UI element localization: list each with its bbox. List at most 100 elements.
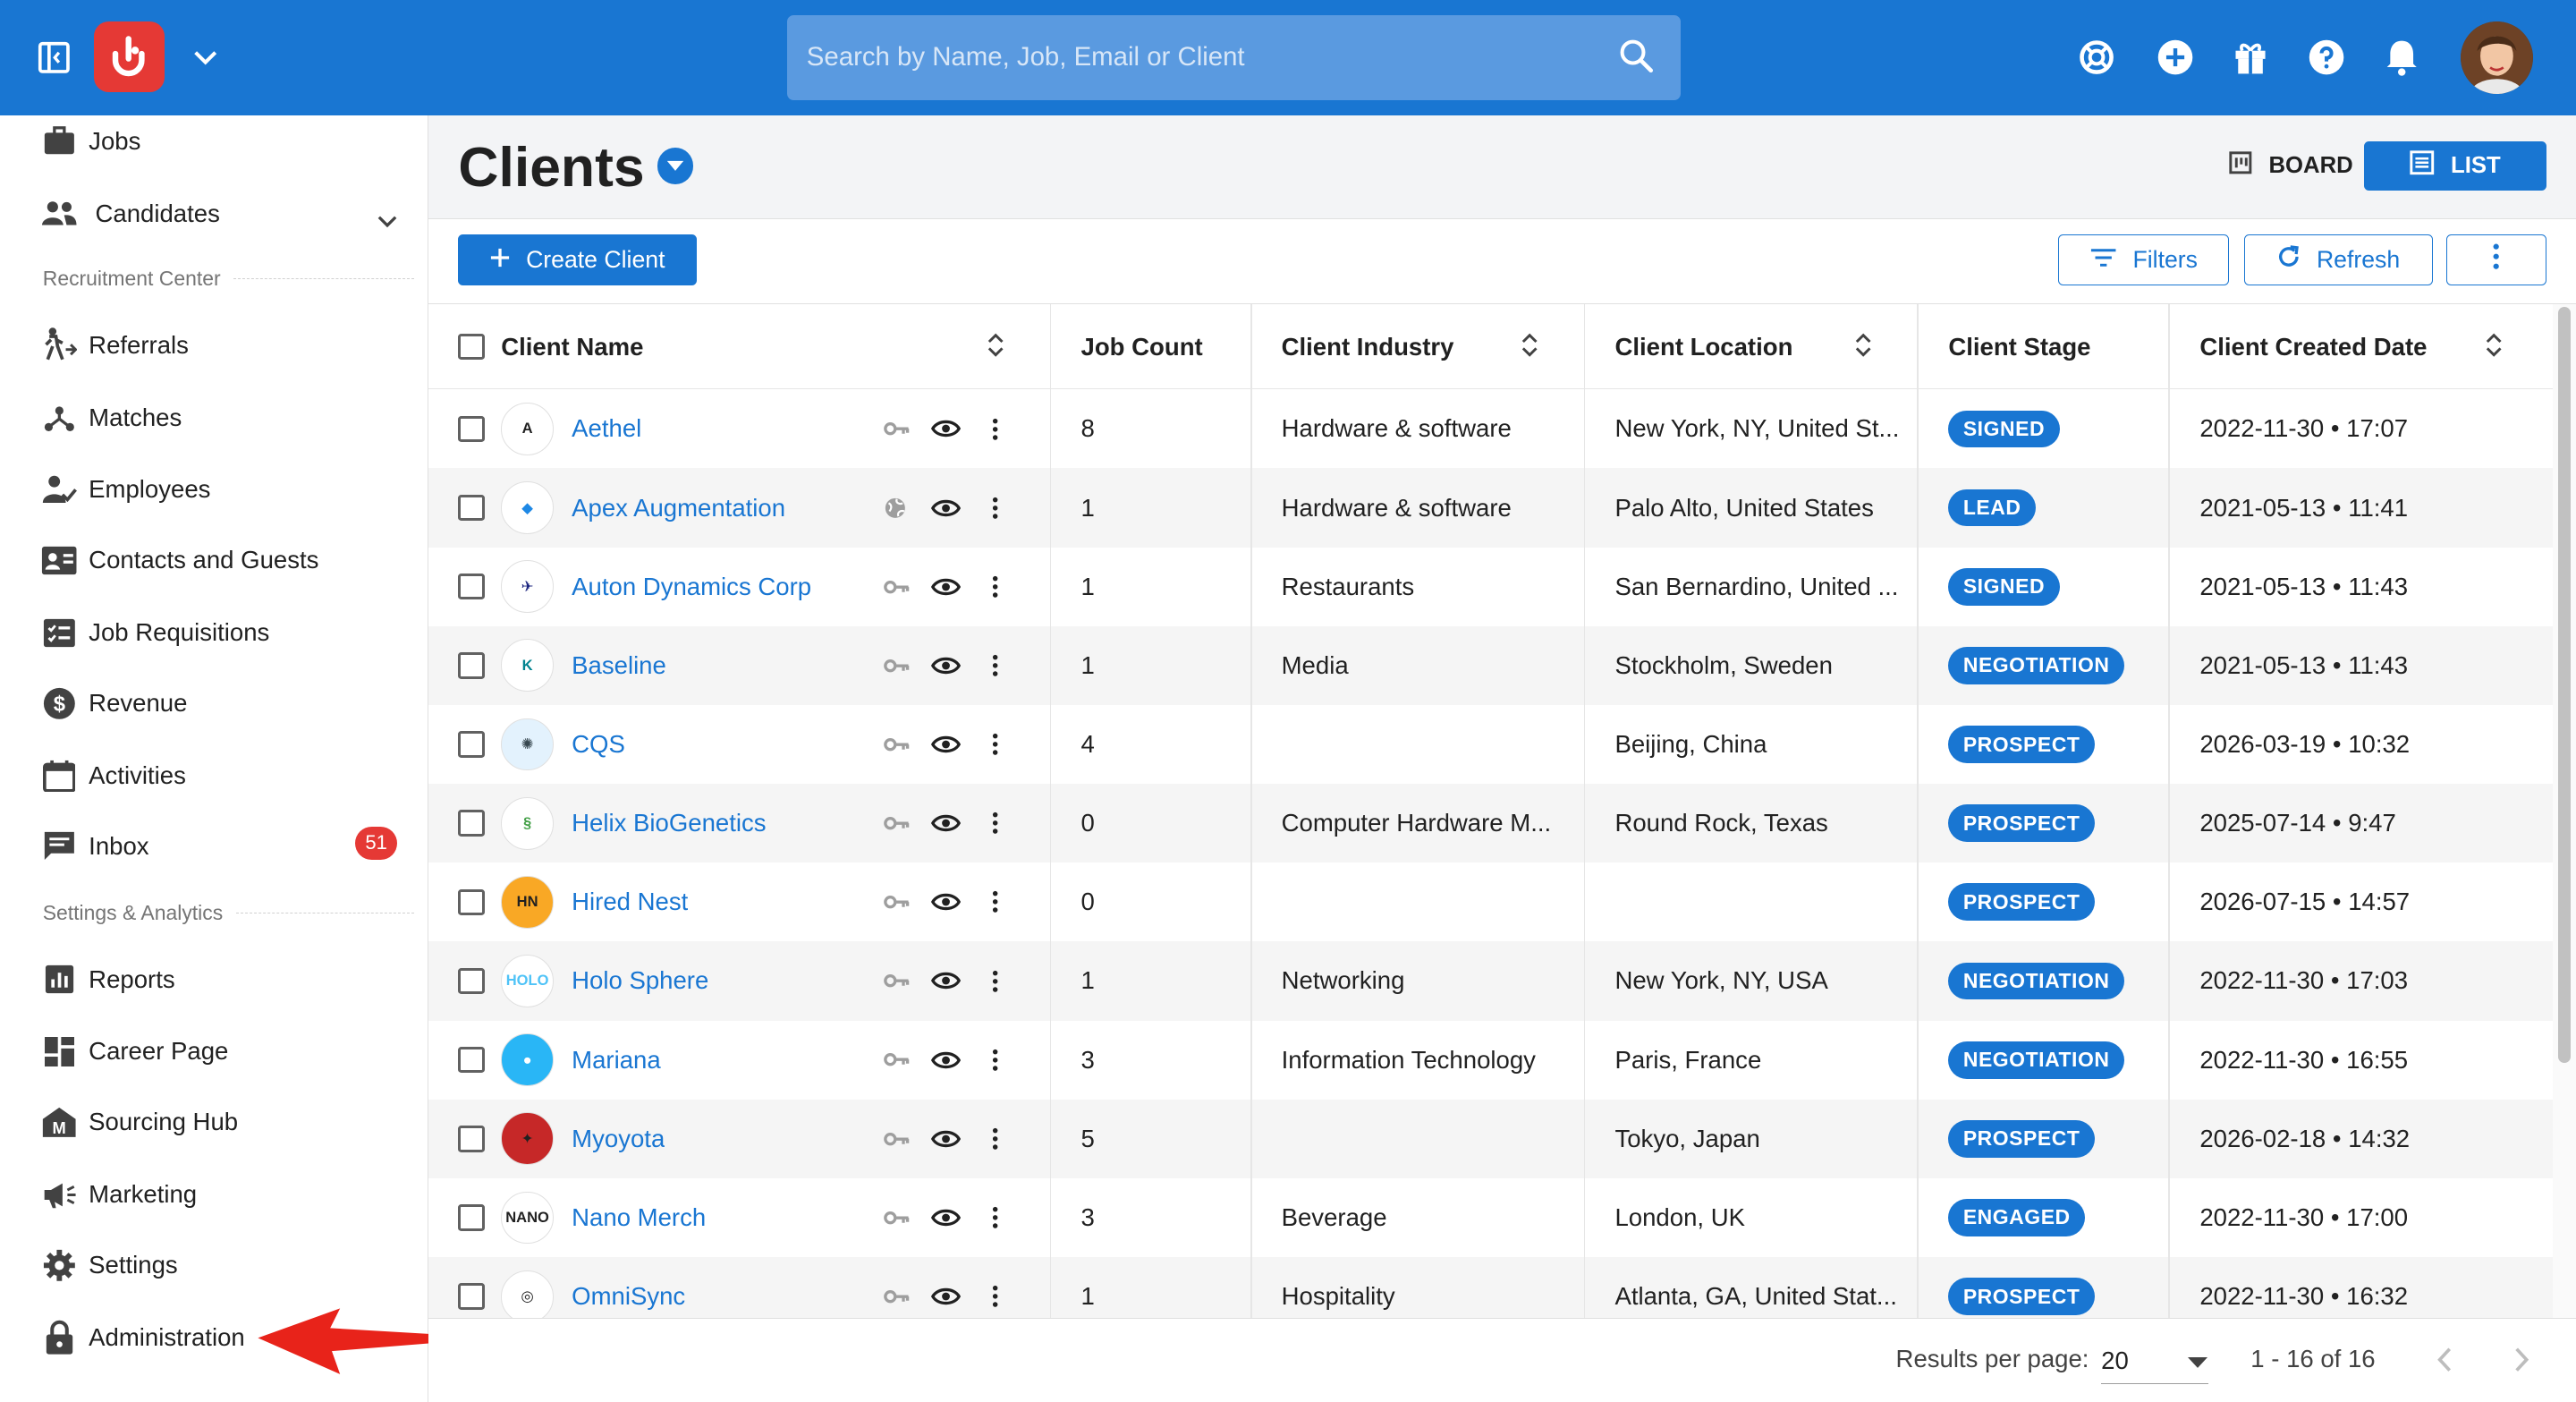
sidebar-toggle-icon[interactable] — [36, 39, 72, 75]
sidebar-item-sourcing-hub[interactable]: M Sourcing Hub — [39, 1100, 401, 1145]
key-icon[interactable] — [884, 705, 910, 784]
sort-icon[interactable] — [1855, 332, 1871, 358]
scrollbar-thumb[interactable] — [2557, 307, 2572, 1064]
row-more-icon[interactable] — [992, 1178, 998, 1257]
refresh-button[interactable]: Refresh — [2243, 234, 2434, 285]
eye-icon[interactable] — [931, 548, 962, 626]
sidebar-item-matches[interactable]: Matches — [39, 395, 401, 440]
row-more-icon[interactable] — [992, 548, 998, 626]
eye-icon[interactable] — [931, 1100, 962, 1178]
table-row[interactable]: ✦ Myoyota 5 Tokyo, Japan PROSPECT 2026-02-18 … — [428, 1099, 2554, 1178]
sidebar-item-inbox[interactable]: Inbox 51 — [39, 823, 401, 869]
eye-icon[interactable] — [931, 941, 962, 1020]
eye-icon[interactable] — [931, 1021, 962, 1100]
key-icon[interactable] — [884, 784, 910, 862]
table-row[interactable]: A Aethel 8 Hardware & software New York, NY,… — [428, 389, 2553, 468]
sidebar-item-reports[interactable]: Reports — [39, 956, 401, 1002]
row-checkbox[interactable] — [458, 941, 485, 1020]
table-row[interactable]: K Baseline 1 Media Stockholm, Sweden NEGOTIAT… — [428, 625, 2554, 705]
client-name-link[interactable]: Aethel — [572, 389, 641, 468]
client-name-link[interactable]: Apex Augmentation — [572, 468, 785, 547]
row-checkbox[interactable] — [458, 862, 485, 941]
client-name-link[interactable]: Helix BioGenetics — [572, 784, 766, 862]
row-more-icon[interactable] — [992, 389, 998, 468]
filters-button[interactable]: Filters — [2058, 234, 2230, 285]
row-checkbox[interactable] — [458, 1100, 485, 1178]
header-client-name[interactable]: Client Name — [501, 304, 643, 390]
row-checkbox[interactable] — [458, 548, 485, 626]
table-row[interactable]: NANO Nano Merch 3 Beverage London, UK ENGAGED… — [428, 1178, 2553, 1257]
row-checkbox[interactable] — [458, 784, 485, 862]
row-checkbox[interactable] — [458, 626, 485, 705]
client-name-link[interactable]: Mariana — [572, 1021, 661, 1100]
client-name-link[interactable]: OmniSync — [572, 1257, 685, 1318]
eye-icon[interactable] — [931, 389, 962, 468]
key-icon[interactable] — [884, 1257, 910, 1318]
sidebar-item-contacts[interactable]: Contacts and Guests — [39, 538, 401, 583]
row-checkbox[interactable] — [458, 1178, 485, 1257]
search-icon[interactable] — [1618, 38, 1654, 81]
sidebar-item-referrals[interactable]: Referrals — [39, 322, 401, 368]
header-client-stage[interactable]: Client Stage — [1948, 304, 2090, 390]
eye-icon[interactable] — [931, 1257, 962, 1318]
prev-page-icon[interactable] — [2436, 1347, 2453, 1380]
client-name-link[interactable]: Auton Dynamics Corp — [572, 548, 811, 626]
table-row[interactable]: ◆ Apex Augmentation 1 Hardware & software Pa… — [428, 468, 2554, 548]
client-name-link[interactable]: Nano Merch — [572, 1178, 706, 1257]
globe-icon[interactable] — [884, 468, 907, 547]
key-icon[interactable] — [884, 1178, 910, 1257]
row-more-icon[interactable] — [992, 1100, 998, 1178]
row-more-icon[interactable] — [992, 468, 998, 547]
gift-icon[interactable] — [2231, 38, 2270, 77]
row-more-icon[interactable] — [992, 1021, 998, 1100]
chevron-down-icon[interactable] — [377, 206, 397, 234]
table-row[interactable]: HOLO Holo Sphere 1 Networking New York, NY, … — [428, 941, 2554, 1021]
sidebar-item-revenue[interactable]: $ Revenue — [39, 680, 401, 726]
row-more-icon[interactable] — [992, 626, 998, 705]
avatar[interactable] — [2461, 21, 2534, 94]
title-dropdown-icon[interactable] — [657, 148, 694, 184]
sidebar-item-job-requisitions[interactable]: Job Requisitions — [39, 609, 401, 655]
sidebar-item-candidates[interactable]: Candidates — [39, 191, 404, 236]
key-icon[interactable] — [884, 1021, 910, 1100]
eye-icon[interactable] — [931, 1178, 962, 1257]
eye-icon[interactable] — [931, 705, 962, 784]
create-client-button[interactable]: Create Client — [458, 234, 697, 285]
sidebar-item-employees[interactable]: Employees — [39, 467, 401, 513]
row-more-icon[interactable] — [992, 1257, 998, 1318]
more-options-button[interactable] — [2445, 234, 2546, 285]
sidebar-item-career-page[interactable]: Career Page — [39, 1029, 401, 1075]
results-per-page-select[interactable]: 20 — [2101, 1338, 2208, 1385]
row-checkbox[interactable] — [458, 1021, 485, 1100]
search-input[interactable] — [806, 42, 1596, 73]
support-icon[interactable] — [2077, 38, 2116, 77]
table-row[interactable]: ◎ OmniSync 1 Hospitality Atlanta, GA, United… — [428, 1257, 2554, 1319]
table-row[interactable]: ● Mariana 3 Information Technology Paris, Fr… — [428, 1021, 2553, 1100]
sidebar-item-activities[interactable]: Activities — [39, 752, 401, 798]
bell-icon[interactable] — [2382, 38, 2421, 77]
client-name-link[interactable]: Holo Sphere — [572, 941, 708, 1020]
row-checkbox[interactable] — [458, 705, 485, 784]
eye-icon[interactable] — [931, 862, 962, 941]
table-row[interactable]: ✈ Auton Dynamics Corp 1 Restaurants San Bern… — [428, 548, 2553, 626]
select-all-checkbox[interactable] — [458, 304, 485, 390]
row-more-icon[interactable] — [992, 705, 998, 784]
add-icon[interactable] — [2156, 38, 2195, 77]
sort-icon[interactable] — [2486, 332, 2502, 358]
header-job-count[interactable]: Job Count — [1081, 304, 1203, 390]
help-icon[interactable] — [2307, 38, 2346, 77]
app-logo[interactable] — [93, 21, 165, 92]
next-page-icon[interactable] — [2513, 1347, 2529, 1380]
row-more-icon[interactable] — [992, 941, 998, 1020]
row-more-icon[interactable] — [992, 862, 998, 941]
header-client-location[interactable]: Client Location — [1614, 304, 1792, 390]
key-icon[interactable] — [884, 941, 910, 1020]
key-icon[interactable] — [884, 389, 910, 468]
row-checkbox[interactable] — [458, 1257, 485, 1318]
search-bar[interactable] — [786, 14, 1681, 101]
table-scrollbar[interactable] — [2553, 303, 2576, 1319]
row-checkbox[interactable] — [458, 389, 485, 468]
key-icon[interactable] — [884, 548, 910, 626]
table-row[interactable]: HN Hired Nest 0 PROSPECT 2026-07-15 • 14:57 — [428, 862, 2553, 941]
sidebar-item-marketing[interactable]: Marketing — [39, 1172, 401, 1218]
